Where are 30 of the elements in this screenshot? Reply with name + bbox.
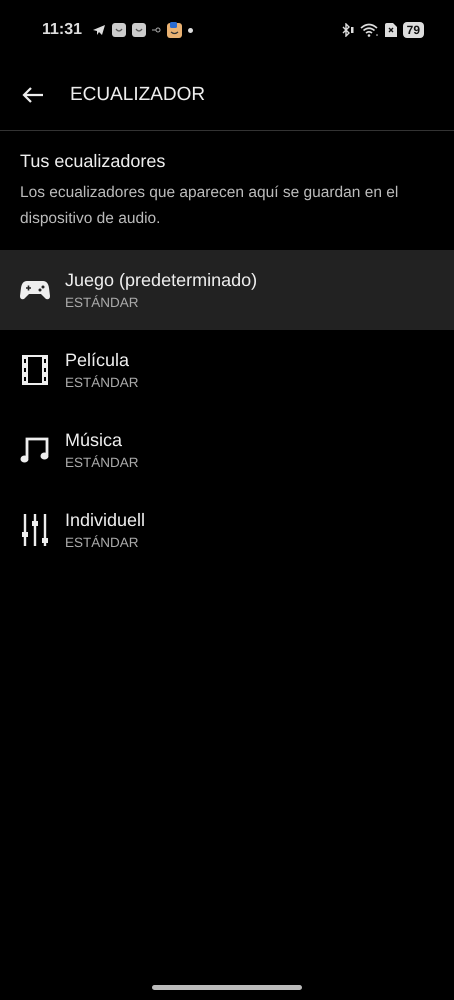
equalizer-name: Música bbox=[65, 430, 124, 451]
section-description: Los ecualizadores que aparecen aquí se guardan en el dispositivo de audio. bbox=[20, 183, 400, 229]
equalizer-name: Juego (predeterminado) bbox=[65, 270, 258, 291]
battery-level: 79 bbox=[402, 22, 424, 38]
back-arrow-icon bbox=[22, 86, 44, 104]
equalizer-type: ESTÁNDAR bbox=[65, 295, 140, 310]
film-strip-icon bbox=[20, 355, 50, 385]
app-notification-icon bbox=[112, 23, 126, 37]
page-title: ECUALIZADOR bbox=[70, 84, 206, 106]
sliders-icon bbox=[20, 514, 50, 546]
status-time: 11:31 bbox=[42, 21, 82, 39]
dot-icon bbox=[188, 28, 194, 32]
equalizer-name: Película bbox=[65, 350, 130, 371]
no-sim-icon bbox=[384, 23, 397, 37]
equalizer-type: ESTÁNDAR bbox=[65, 455, 139, 470]
music-note-icon bbox=[20, 436, 50, 464]
equalizer-item[interactable]: Juego (predeterminado) ESTÁNDAR bbox=[0, 250, 454, 330]
bluetooth-icon bbox=[342, 23, 354, 37]
wifi-icon bbox=[360, 23, 379, 37]
shopping-bag-icon bbox=[167, 22, 182, 38]
gamepad-icon bbox=[20, 279, 50, 301]
equalizer-item[interactable]: Música ESTÁNDAR bbox=[0, 410, 454, 490]
equalizer-type: ESTÁNDAR bbox=[65, 375, 139, 390]
equalizer-item[interactable]: Individuell ESTÁNDAR bbox=[0, 490, 454, 570]
key-icon bbox=[152, 27, 162, 33]
equalizer-item[interactable]: Película ESTÁNDAR bbox=[0, 330, 454, 410]
app-notification-icon bbox=[132, 23, 146, 37]
section-title: Tus ecualizadores bbox=[20, 151, 166, 172]
equalizer-name: Individuell bbox=[65, 510, 146, 531]
equalizer-type: ESTÁNDAR bbox=[65, 535, 140, 550]
